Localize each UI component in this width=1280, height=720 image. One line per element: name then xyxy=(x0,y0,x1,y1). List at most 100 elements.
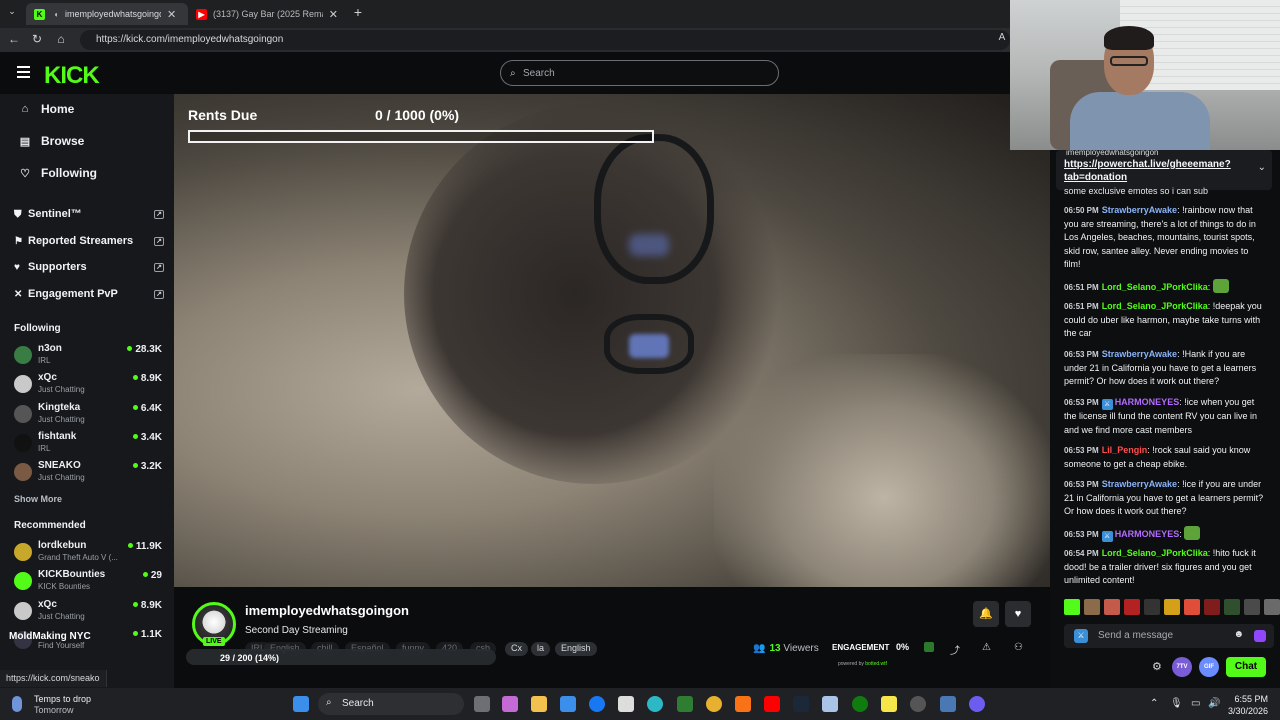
engagement-icon[interactable] xyxy=(924,642,934,652)
gif-button[interactable]: GIF xyxy=(1199,657,1219,677)
kick-logo[interactable]: KICK xyxy=(44,62,100,90)
vlc-icon[interactable] xyxy=(735,696,751,712)
tool-engagement-pvp[interactable]: ✕ Engagement PvP ↗ xyxy=(14,288,164,300)
channel-item[interactable]: KICKBounties KICK Bounties 29 xyxy=(14,569,164,597)
sidebar-item-browse[interactable]: ▤ Browse xyxy=(18,134,85,148)
share-icon[interactable]: ⤴ xyxy=(950,642,960,657)
emote-icon[interactable] xyxy=(1184,599,1200,615)
network-icon[interactable]: ▭ xyxy=(1191,698,1200,709)
emote-icon[interactable] xyxy=(1104,599,1120,615)
tag-chip[interactable]: Cx xyxy=(505,642,528,656)
app-icon[interactable] xyxy=(940,696,956,712)
emoji-icon[interactable]: ☻ xyxy=(1233,629,1244,640)
menu-icon[interactable] xyxy=(17,66,30,81)
taskbar-search[interactable]: ⌕ Search xyxy=(318,693,464,715)
speaker-icon[interactable]: ◖ xyxy=(51,9,61,20)
facebook-icon[interactable] xyxy=(589,696,605,712)
app-icon[interactable] xyxy=(822,696,838,712)
windows-start-icon[interactable] xyxy=(293,696,309,712)
chat-username[interactable]: HARMONEYES xyxy=(1115,529,1180,539)
notification-bell-icon[interactable]: 🔔 xyxy=(973,601,999,627)
sidebar-item-following[interactable]: ♡ Following xyxy=(18,166,97,180)
chat-username[interactable]: HARMONEYES xyxy=(1115,397,1180,407)
video-player[interactable]: Rents Due 0 / 1000 (0%) xyxy=(174,94,1050,587)
channel-item[interactable]: Kingteka Just Chatting 6.4K xyxy=(14,402,164,430)
excel-icon[interactable] xyxy=(677,696,693,712)
tool-sentinel[interactable]: ⛊ Sentinel™ ↗ xyxy=(14,208,164,220)
emote-icon[interactable] xyxy=(1224,599,1240,615)
chat-input[interactable]: ⚔ Send a message ☻ xyxy=(1064,624,1274,648)
tag-chip[interactable]: la xyxy=(531,642,551,656)
channel-item[interactable]: lordkebun Grand Theft Auto V (... 11.9K xyxy=(14,540,164,568)
7tv-button[interactable]: 7TV xyxy=(1172,657,1192,677)
edge-icon[interactable] xyxy=(647,696,663,712)
channel-item[interactable]: xQc Just Chatting 8.9K xyxy=(14,372,164,400)
emote-icon[interactable] xyxy=(1264,599,1280,615)
chat-username[interactable]: Lil_Pengin xyxy=(1102,445,1148,455)
new-tab-icon[interactable]: + xyxy=(350,4,366,20)
chat-username[interactable]: Lord_Selano_JPorkClika xyxy=(1102,548,1208,558)
youtube-icon[interactable] xyxy=(764,696,780,712)
close-tab-icon[interactable]: ✕ xyxy=(329,8,338,21)
microphone-icon[interactable]: 🎙 xyxy=(1170,698,1183,709)
chat-username[interactable]: StrawberryAwake xyxy=(1102,205,1177,215)
app-icon[interactable] xyxy=(969,696,985,712)
tag-chip[interactable]: English xyxy=(555,642,597,656)
close-tab-icon[interactable]: ✕ xyxy=(167,8,176,21)
popout-icon[interactable]: ↗ xyxy=(154,289,164,299)
chat-username[interactable]: StrawberryAwake xyxy=(1102,479,1177,489)
emote-icon[interactable] xyxy=(1084,599,1100,615)
obs-icon[interactable] xyxy=(910,696,926,712)
xbox-icon[interactable] xyxy=(852,696,868,712)
pinned-message[interactable]: imemployedwhatsgoingon https://powerchat… xyxy=(1056,150,1272,190)
sticky-notes-icon[interactable] xyxy=(881,696,897,712)
emote-icon[interactable] xyxy=(1244,599,1260,615)
copilot-icon[interactable] xyxy=(502,696,518,712)
chat-send-button[interactable]: Chat xyxy=(1226,657,1266,677)
show-more-button[interactable]: Show More xyxy=(14,494,62,504)
emote-icon[interactable] xyxy=(1124,599,1140,615)
bot-icon[interactable] xyxy=(1254,630,1266,642)
popout-icon[interactable]: ↗ xyxy=(154,262,164,272)
channel-item[interactable]: xQc Just Chatting 8.9K xyxy=(14,599,164,627)
tab-kick[interactable]: K ◖ imemployedwhatsgoingon Str ✕ xyxy=(26,3,188,25)
tab-list-icon[interactable]: ⌄ xyxy=(4,6,20,17)
chevron-up-icon[interactable]: ⌃ xyxy=(1150,698,1158,709)
channel-item[interactable]: n3on IRL 28.3K xyxy=(14,343,164,371)
tool-supporters[interactable]: ♥ Supporters ↗ xyxy=(14,261,164,273)
report-icon[interactable]: ⚠ xyxy=(982,642,991,653)
amazon-icon[interactable] xyxy=(618,696,634,712)
chat-username[interactable]: StrawberryAwake xyxy=(1102,349,1177,359)
volume-icon[interactable]: 🔊 xyxy=(1208,698,1220,709)
url-field[interactable]: https://kick.com/imemployedwhatsgoingon xyxy=(80,30,1010,50)
back-icon[interactable]: ← xyxy=(6,32,22,46)
moderator-icon[interactable]: ⚇ xyxy=(1014,642,1023,653)
home-icon[interactable]: ⌂ xyxy=(53,32,69,46)
file-explorer-icon[interactable] xyxy=(531,696,547,712)
chevron-down-icon[interactable]: ⌄ xyxy=(1258,162,1266,173)
streamer-name[interactable]: imemployedwhatsgoingon xyxy=(245,603,409,618)
chat-username[interactable]: Lord_Selano_JPorkClika xyxy=(1102,282,1208,292)
emote-icon[interactable] xyxy=(1064,599,1080,615)
sidebar-item-home[interactable]: ⌂ Home xyxy=(18,102,75,116)
chat-username[interactable]: Lord_Selano_JPorkClika xyxy=(1102,301,1208,311)
tab-youtube[interactable]: ▶ (3137) Gay Bar (2025 Remaster) - ✕ xyxy=(188,3,346,25)
emote-icon[interactable] xyxy=(1144,599,1160,615)
reload-icon[interactable]: ↻ xyxy=(29,32,45,46)
chrome-icon[interactable] xyxy=(706,696,722,712)
popout-icon[interactable]: ↗ xyxy=(154,236,164,246)
gear-icon[interactable]: ⚙ xyxy=(1152,660,1162,673)
emote-icon[interactable] xyxy=(1164,599,1180,615)
channel-item[interactable]: fishtank IRL 3.4K xyxy=(14,431,164,459)
pinned-link[interactable]: https://powerchat.live/gheeemane?tab=don… xyxy=(1064,158,1244,184)
emote-icon[interactable] xyxy=(1204,599,1220,615)
search-input[interactable]: ⌕ Search xyxy=(500,60,779,86)
follow-heart-icon[interactable]: ♥ xyxy=(1005,601,1031,627)
channel-item[interactable]: SNEAKO Just Chatting 3.2K xyxy=(14,460,164,488)
clock[interactable]: 6:55 PM 3/30/2026 xyxy=(1222,693,1268,717)
tool-reported-streamers[interactable]: ⚑ Reported Streamers ↗ xyxy=(14,235,164,247)
popout-icon[interactable]: ↗ xyxy=(154,209,164,219)
read-aloud-icon[interactable]: A xyxy=(994,32,1010,43)
store-icon[interactable] xyxy=(560,696,576,712)
steam-icon[interactable] xyxy=(793,696,809,712)
